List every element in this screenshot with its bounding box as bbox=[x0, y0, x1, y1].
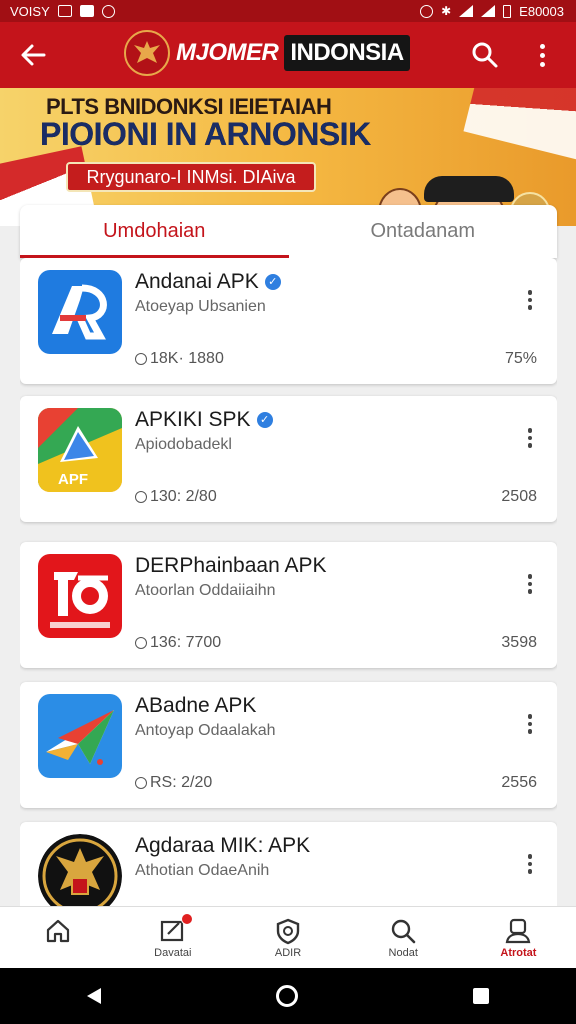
more-vertical-icon bbox=[527, 854, 533, 859]
ab-logo-icon bbox=[38, 270, 122, 354]
app-rating: 2556 bbox=[501, 774, 537, 791]
nav-home[interactable] bbox=[0, 907, 115, 968]
bluetooth-icon: ✱ bbox=[441, 4, 452, 18]
status-carrier: VOISY bbox=[10, 3, 50, 19]
download-count-icon bbox=[135, 353, 147, 365]
wifi-icon bbox=[459, 5, 474, 17]
app-downloads: 130: 2/80 bbox=[135, 488, 217, 506]
app-subtitle: Athotian OdaeAnih bbox=[135, 862, 270, 879]
back-button[interactable] bbox=[18, 40, 54, 70]
brand-title: MJOMER bbox=[176, 39, 279, 66]
nav-adir[interactable]: ADIR bbox=[230, 907, 345, 968]
brand-country: INDONSIA bbox=[284, 35, 410, 71]
battery-icon bbox=[503, 4, 512, 18]
red-logo-icon bbox=[38, 554, 122, 638]
arrow-left-icon bbox=[21, 44, 46, 66]
sync-notification-icon bbox=[101, 4, 115, 18]
app-downloads: 18K· 1880 bbox=[135, 350, 224, 368]
app-downloads: RS: 2/20 bbox=[135, 774, 212, 792]
verified-icon: ✓ bbox=[256, 412, 273, 428]
bottom-navigation: Davatai ADIR Nodat Atrotat bbox=[0, 906, 576, 968]
download-count-icon bbox=[135, 777, 147, 789]
drive-apk-icon: APF bbox=[38, 408, 122, 492]
alarm-icon bbox=[420, 4, 434, 18]
system-home-icon[interactable] bbox=[275, 985, 298, 1007]
shield-icon bbox=[276, 918, 300, 945]
app-menu-button[interactable] bbox=[520, 286, 540, 314]
search-button[interactable] bbox=[470, 40, 500, 70]
search-icon bbox=[472, 42, 498, 68]
banner-title: PIOIONI IN ARNONSIK bbox=[40, 116, 371, 152]
app-title: Agdaraa MIK: APK bbox=[135, 834, 311, 857]
verified-icon: ✓ bbox=[264, 274, 281, 290]
app-title: ABadne APK bbox=[135, 694, 257, 717]
tab-0[interactable]: Umdohaian bbox=[20, 205, 289, 258]
app-menu-button[interactable] bbox=[520, 570, 540, 598]
overflow-menu-button[interactable] bbox=[530, 40, 554, 70]
nav-nodat[interactable]: Nodat bbox=[346, 907, 461, 968]
app-subtitle: Atoeyap Ubsanien bbox=[135, 298, 266, 315]
officer-cap-illustration bbox=[424, 176, 514, 202]
app-notification-icon bbox=[79, 5, 94, 17]
system-navigation-bar bbox=[0, 968, 576, 1024]
app-card[interactable]: DERPhainbaan APK Atoorlan Oddaiiaihn 136… bbox=[20, 542, 557, 668]
app-list: Andanai APK ✓ Atoeyap Ubsanien 18K· 1880 … bbox=[20, 258, 557, 906]
banner-ribbon: Rrygunaro-I INMsi. DIAiva bbox=[66, 162, 316, 192]
tab-1[interactable]: Ontadanam bbox=[289, 205, 558, 258]
app-menu-button[interactable] bbox=[520, 710, 540, 738]
profile-icon bbox=[506, 918, 531, 944]
app-bar: MJOMER INDONSIA bbox=[0, 22, 576, 88]
app-menu-button[interactable] bbox=[520, 424, 540, 452]
app-card[interactable]: ABadne APK Antoyap Odaalakah RS: 2/20 25… bbox=[20, 682, 557, 808]
app-subtitle: Atoorlan Oddaiiaihn bbox=[135, 582, 276, 599]
app-rating: 3598 bbox=[501, 634, 537, 651]
nav-davatai[interactable]: Davatai bbox=[115, 907, 230, 968]
more-vertical-icon bbox=[527, 574, 533, 579]
nav-atrotat[interactable]: Atrotat bbox=[461, 907, 576, 968]
status-time: E80003 bbox=[519, 3, 564, 19]
signal-icon bbox=[481, 5, 496, 17]
brand-logo: MJOMER INDONSIA bbox=[124, 30, 410, 76]
app-title: Andanai APK ✓ bbox=[135, 270, 281, 294]
app-subtitle: Antoyap Odaalakah bbox=[135, 722, 276, 739]
more-vertical-icon bbox=[527, 714, 533, 719]
system-recents-icon[interactable] bbox=[472, 988, 489, 1004]
flag-decoration bbox=[463, 88, 576, 163]
app-downloads: 136: 7700 bbox=[135, 634, 221, 652]
paper-plane-icon bbox=[38, 694, 122, 778]
system-back-icon[interactable] bbox=[87, 988, 102, 1004]
garuda-emblem-icon bbox=[38, 834, 122, 906]
app-rating: 2508 bbox=[501, 488, 537, 505]
search-icon bbox=[392, 919, 416, 944]
more-vertical-icon bbox=[527, 290, 533, 295]
svg-text:APF: APF bbox=[58, 471, 88, 488]
app-menu-button[interactable] bbox=[520, 850, 540, 878]
app-card[interactable]: Agdaraa MIK: APK Athotian OdaeAnih bbox=[20, 822, 557, 906]
image-notification-icon bbox=[57, 5, 72, 17]
download-count-icon bbox=[135, 491, 147, 503]
tab-bar: Umdohaian Ontadanam bbox=[20, 205, 557, 258]
app-rating: 75% bbox=[504, 350, 537, 367]
app-title: DERPhainbaan APK bbox=[135, 554, 327, 577]
more-vertical-icon bbox=[527, 428, 533, 433]
app-title: APKIKI SPK ✓ bbox=[135, 408, 273, 432]
download-count-icon bbox=[135, 637, 147, 649]
app-card[interactable]: APF APKIKI SPK ✓ Apiodobadekl 130: 2/80 2… bbox=[20, 396, 557, 522]
status-bar: VOISY ✱ E80003 bbox=[0, 0, 576, 22]
more-vertical-icon bbox=[539, 43, 545, 49]
home-icon bbox=[46, 919, 69, 943]
app-card[interactable]: Andanai APK ✓ Atoeyap Ubsanien 18K· 1880 … bbox=[20, 258, 557, 384]
garuda-logo-icon bbox=[124, 30, 170, 76]
notification-badge bbox=[180, 913, 193, 925]
edit-icon bbox=[159, 913, 193, 945]
app-subtitle: Apiodobadekl bbox=[135, 436, 232, 453]
app-screen: VOISY ✱ E80003 MJOMER INDONSIA PLTS BNID… bbox=[0, 0, 576, 1024]
